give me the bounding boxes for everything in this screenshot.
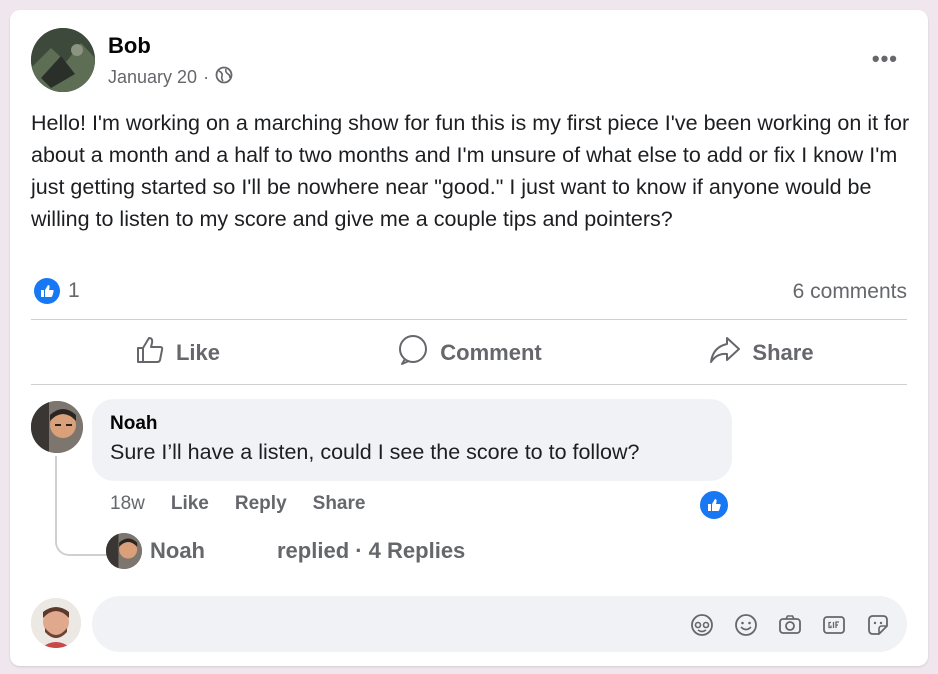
composer-icons — [689, 612, 891, 638]
camera-icon[interactable] — [777, 612, 803, 638]
post-author-name[interactable]: Bob — [108, 33, 151, 59]
gif-icon[interactable] — [821, 612, 847, 638]
comment-button[interactable]: Comment — [323, 322, 615, 384]
emoji-icon[interactable] — [733, 612, 759, 638]
author-avatar[interactable] — [31, 28, 95, 92]
post-text: Hello! I'm working on a marching show fo… — [31, 111, 910, 231]
comment-share-button[interactable]: Share — [313, 493, 366, 515]
comments-count-link[interactable]: 6 comments — [793, 280, 907, 304]
thumbs-up-icon — [134, 334, 166, 372]
meta-separator: · — [203, 67, 210, 87]
comment-label: Comment — [440, 340, 542, 365]
globe-icon — [215, 66, 233, 89]
avatar-sticker-icon[interactable] — [689, 612, 715, 638]
more-options-icon[interactable]: ••• — [872, 46, 898, 72]
post-meta: January 20 · — [108, 66, 233, 89]
comment-like-button[interactable]: Like — [171, 493, 209, 515]
divider-top — [31, 319, 907, 320]
comment-bubble-icon — [396, 333, 430, 373]
replies-count: replied · 4 Replies — [277, 538, 466, 563]
post-actions-bar: Like Comment Share — [31, 322, 907, 384]
reaction-count: 1 — [68, 279, 80, 302]
comment-text: Sure I’ll have a listen, could I see the… — [110, 440, 640, 464]
comment-actions: 18w Like Reply Share — [110, 493, 365, 515]
comment-author[interactable]: Noah — [110, 413, 158, 435]
sticker-icon[interactable] — [865, 612, 891, 638]
comment-bubble: Noah Sure I’ll have a listen, could I se… — [92, 399, 732, 481]
commenter-avatar[interactable] — [31, 401, 83, 453]
current-user-avatar[interactable] — [31, 598, 81, 648]
post-date[interactable]: January 20 — [108, 67, 197, 88]
share-button[interactable]: Share — [615, 322, 907, 384]
view-replies-link[interactable]: Noah replied · 4 Replies — [150, 538, 465, 564]
reply-author: Noah — [150, 538, 205, 563]
comment-like-reaction-icon[interactable] — [698, 489, 730, 521]
like-button[interactable]: Like — [31, 322, 323, 384]
reply-avatar[interactable] — [106, 533, 142, 569]
comment-time[interactable]: 18w — [110, 493, 145, 515]
share-label: Share — [752, 340, 814, 365]
divider-bottom — [31, 384, 907, 385]
reaction-summary[interactable]: 1 — [34, 278, 80, 304]
share-arrow-icon — [708, 334, 742, 372]
comment-reply-button[interactable]: Reply — [235, 493, 287, 515]
like-reaction-icon — [34, 278, 60, 304]
like-label: Like — [175, 340, 221, 365]
comment-input[interactable] — [92, 596, 907, 652]
post-card: Bob January 20 · ••• Hello! I'm working … — [10, 10, 928, 666]
